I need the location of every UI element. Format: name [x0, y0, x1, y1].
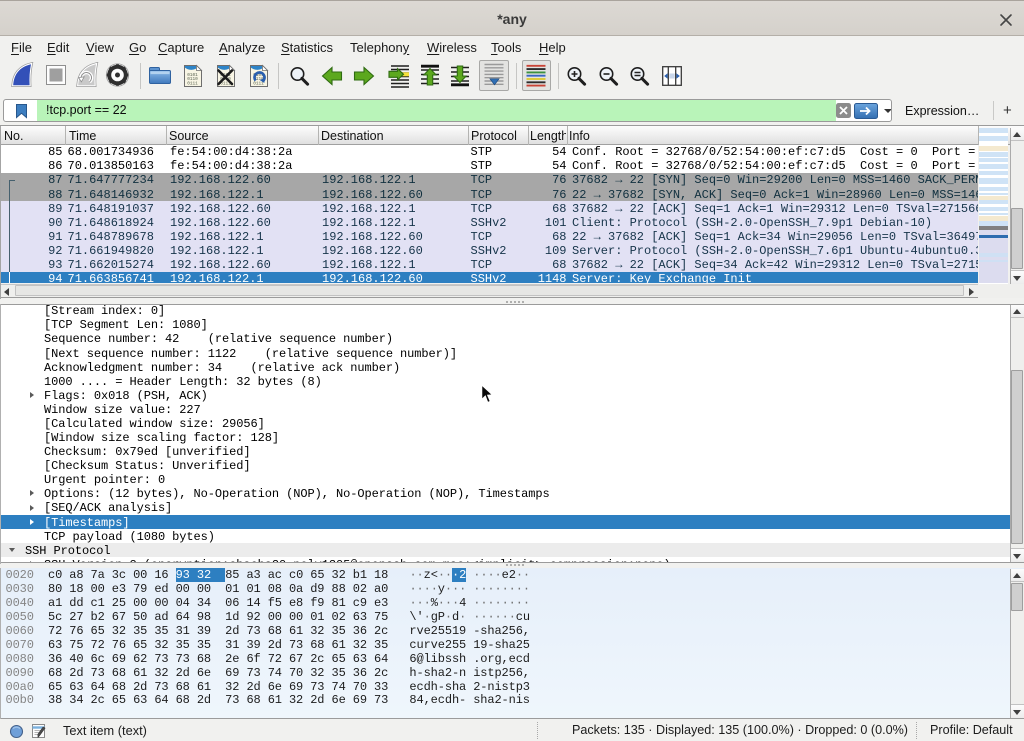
svg-text:0111: 0111	[253, 82, 264, 87]
svg-text:0111: 0111	[187, 82, 198, 87]
